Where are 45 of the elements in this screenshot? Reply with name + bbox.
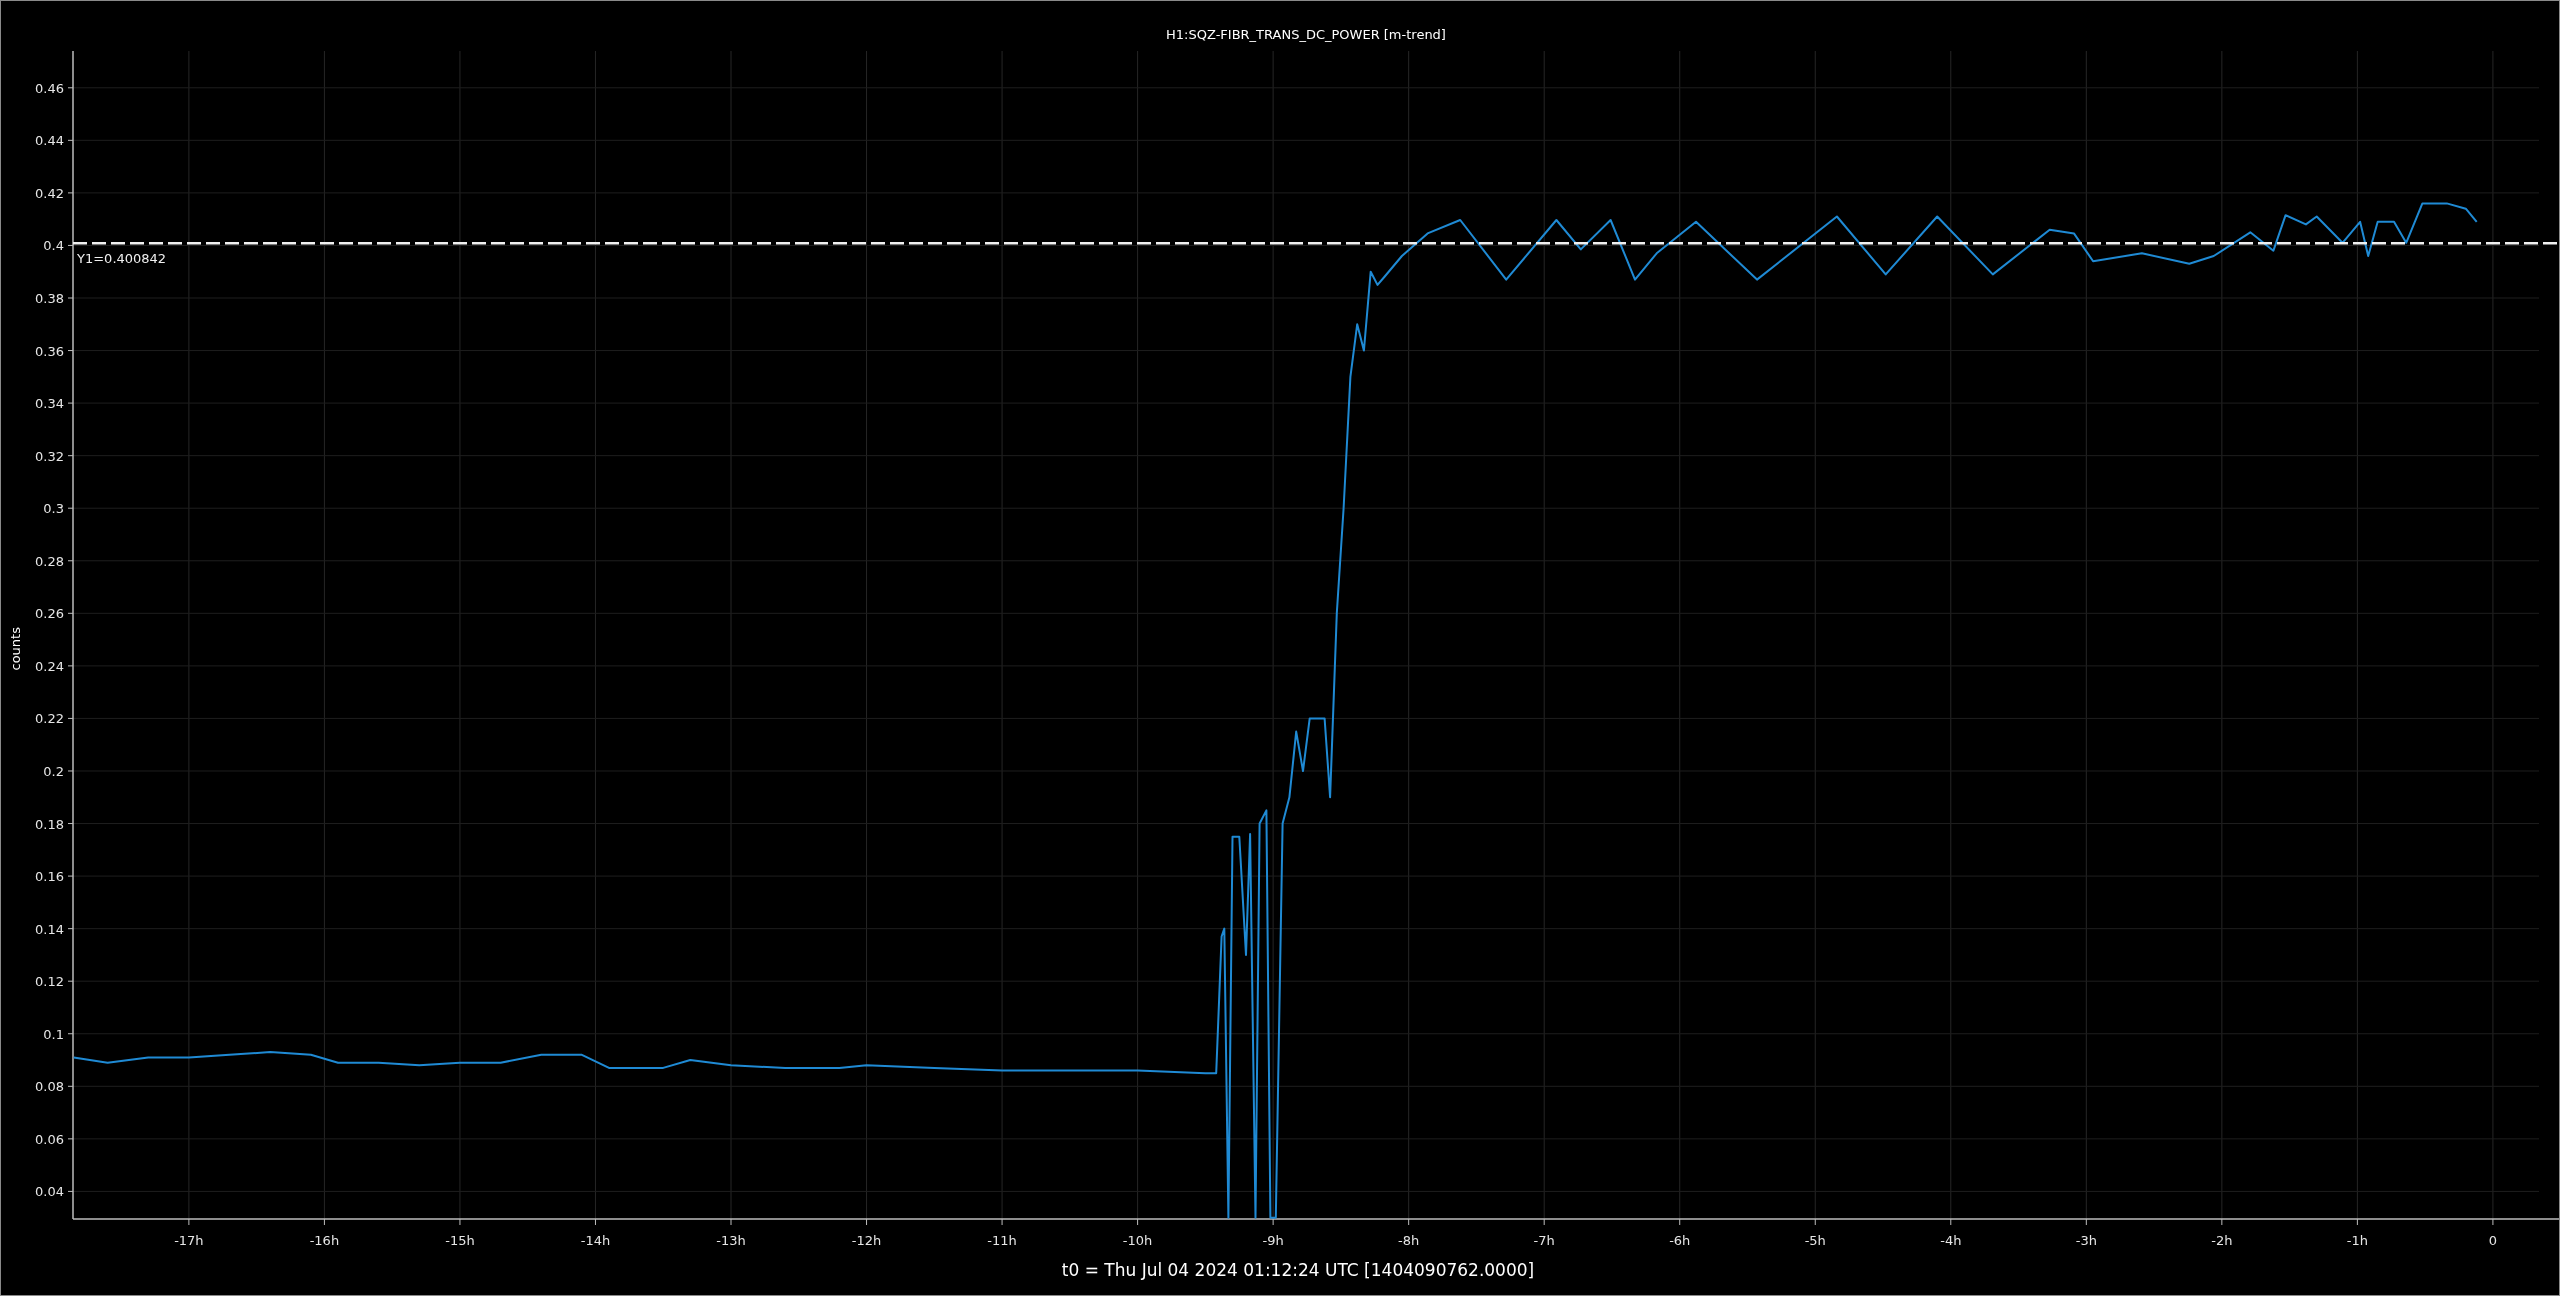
tick-label: -4h <box>1940 1233 1962 1247</box>
tick-label: 0.44 <box>35 133 64 149</box>
tick-label: -5h <box>1804 1233 1826 1247</box>
tick-label: -3h <box>2075 1233 2097 1247</box>
time-axis-label: t0 = Thu Jul 04 2024 01:12:24 UTC [1404090762.0000] <box>1061 1259 1535 1283</box>
tick-label: -13h <box>716 1233 746 1247</box>
tick-label: 0.24 <box>35 658 64 674</box>
tick-label: 0.22 <box>35 711 64 727</box>
tick-label: 0.14 <box>35 921 64 937</box>
tick-label: -1h <box>2346 1233 2368 1247</box>
chart-title: H1:SQZ-FIBR_TRANS_DC_POWER [m-trend] <box>1166 26 1446 44</box>
tick-label: 0.34 <box>35 396 64 412</box>
tick-label: 0 <box>2488 1233 2498 1247</box>
tick-label: 0.08 <box>35 1079 64 1095</box>
tick-label: 0.36 <box>35 343 64 359</box>
tick-label: 0.32 <box>35 448 64 464</box>
tick-label: 0.18 <box>35 816 64 832</box>
tick-label: 0.46 <box>35 80 64 96</box>
tick-label: -11h <box>987 1233 1017 1247</box>
tick-label: 0.3 <box>43 501 64 517</box>
tick-label: -8h <box>1398 1233 1420 1247</box>
tick-label: 0.16 <box>35 869 64 885</box>
tick-label: -14h <box>580 1233 611 1247</box>
tick-label: -15h <box>445 1233 475 1247</box>
tick-label: 0.04 <box>35 1184 64 1200</box>
tick-label: -10h <box>1122 1233 1153 1247</box>
tick-label: -9h <box>1262 1233 1284 1247</box>
cursor-line[interactable] <box>73 242 2559 245</box>
tick-label: -7h <box>1533 1233 1555 1247</box>
tick-label: 0.4 <box>43 238 64 254</box>
y-axis-label: counts <box>7 627 25 671</box>
tick-label: 0.38 <box>35 291 64 306</box>
tick-label: 0.12 <box>35 974 64 990</box>
tick-label: 0.28 <box>35 553 64 569</box>
tick-label: 0.06 <box>35 1131 64 1147</box>
tick-label: 0.2 <box>43 764 64 779</box>
tick-label: -17h <box>174 1233 204 1247</box>
tick-label: 0.1 <box>43 1026 64 1042</box>
tick-label: 0.42 <box>35 185 64 201</box>
tick-label: -16h <box>309 1233 340 1247</box>
cursor-label: Y1=0.400842 <box>77 251 167 267</box>
tick-label: -6h <box>1669 1233 1691 1247</box>
tick-label: -12h <box>851 1233 882 1247</box>
tick-label: 0.26 <box>35 606 64 622</box>
tick-label: -2h <box>2211 1233 2233 1247</box>
